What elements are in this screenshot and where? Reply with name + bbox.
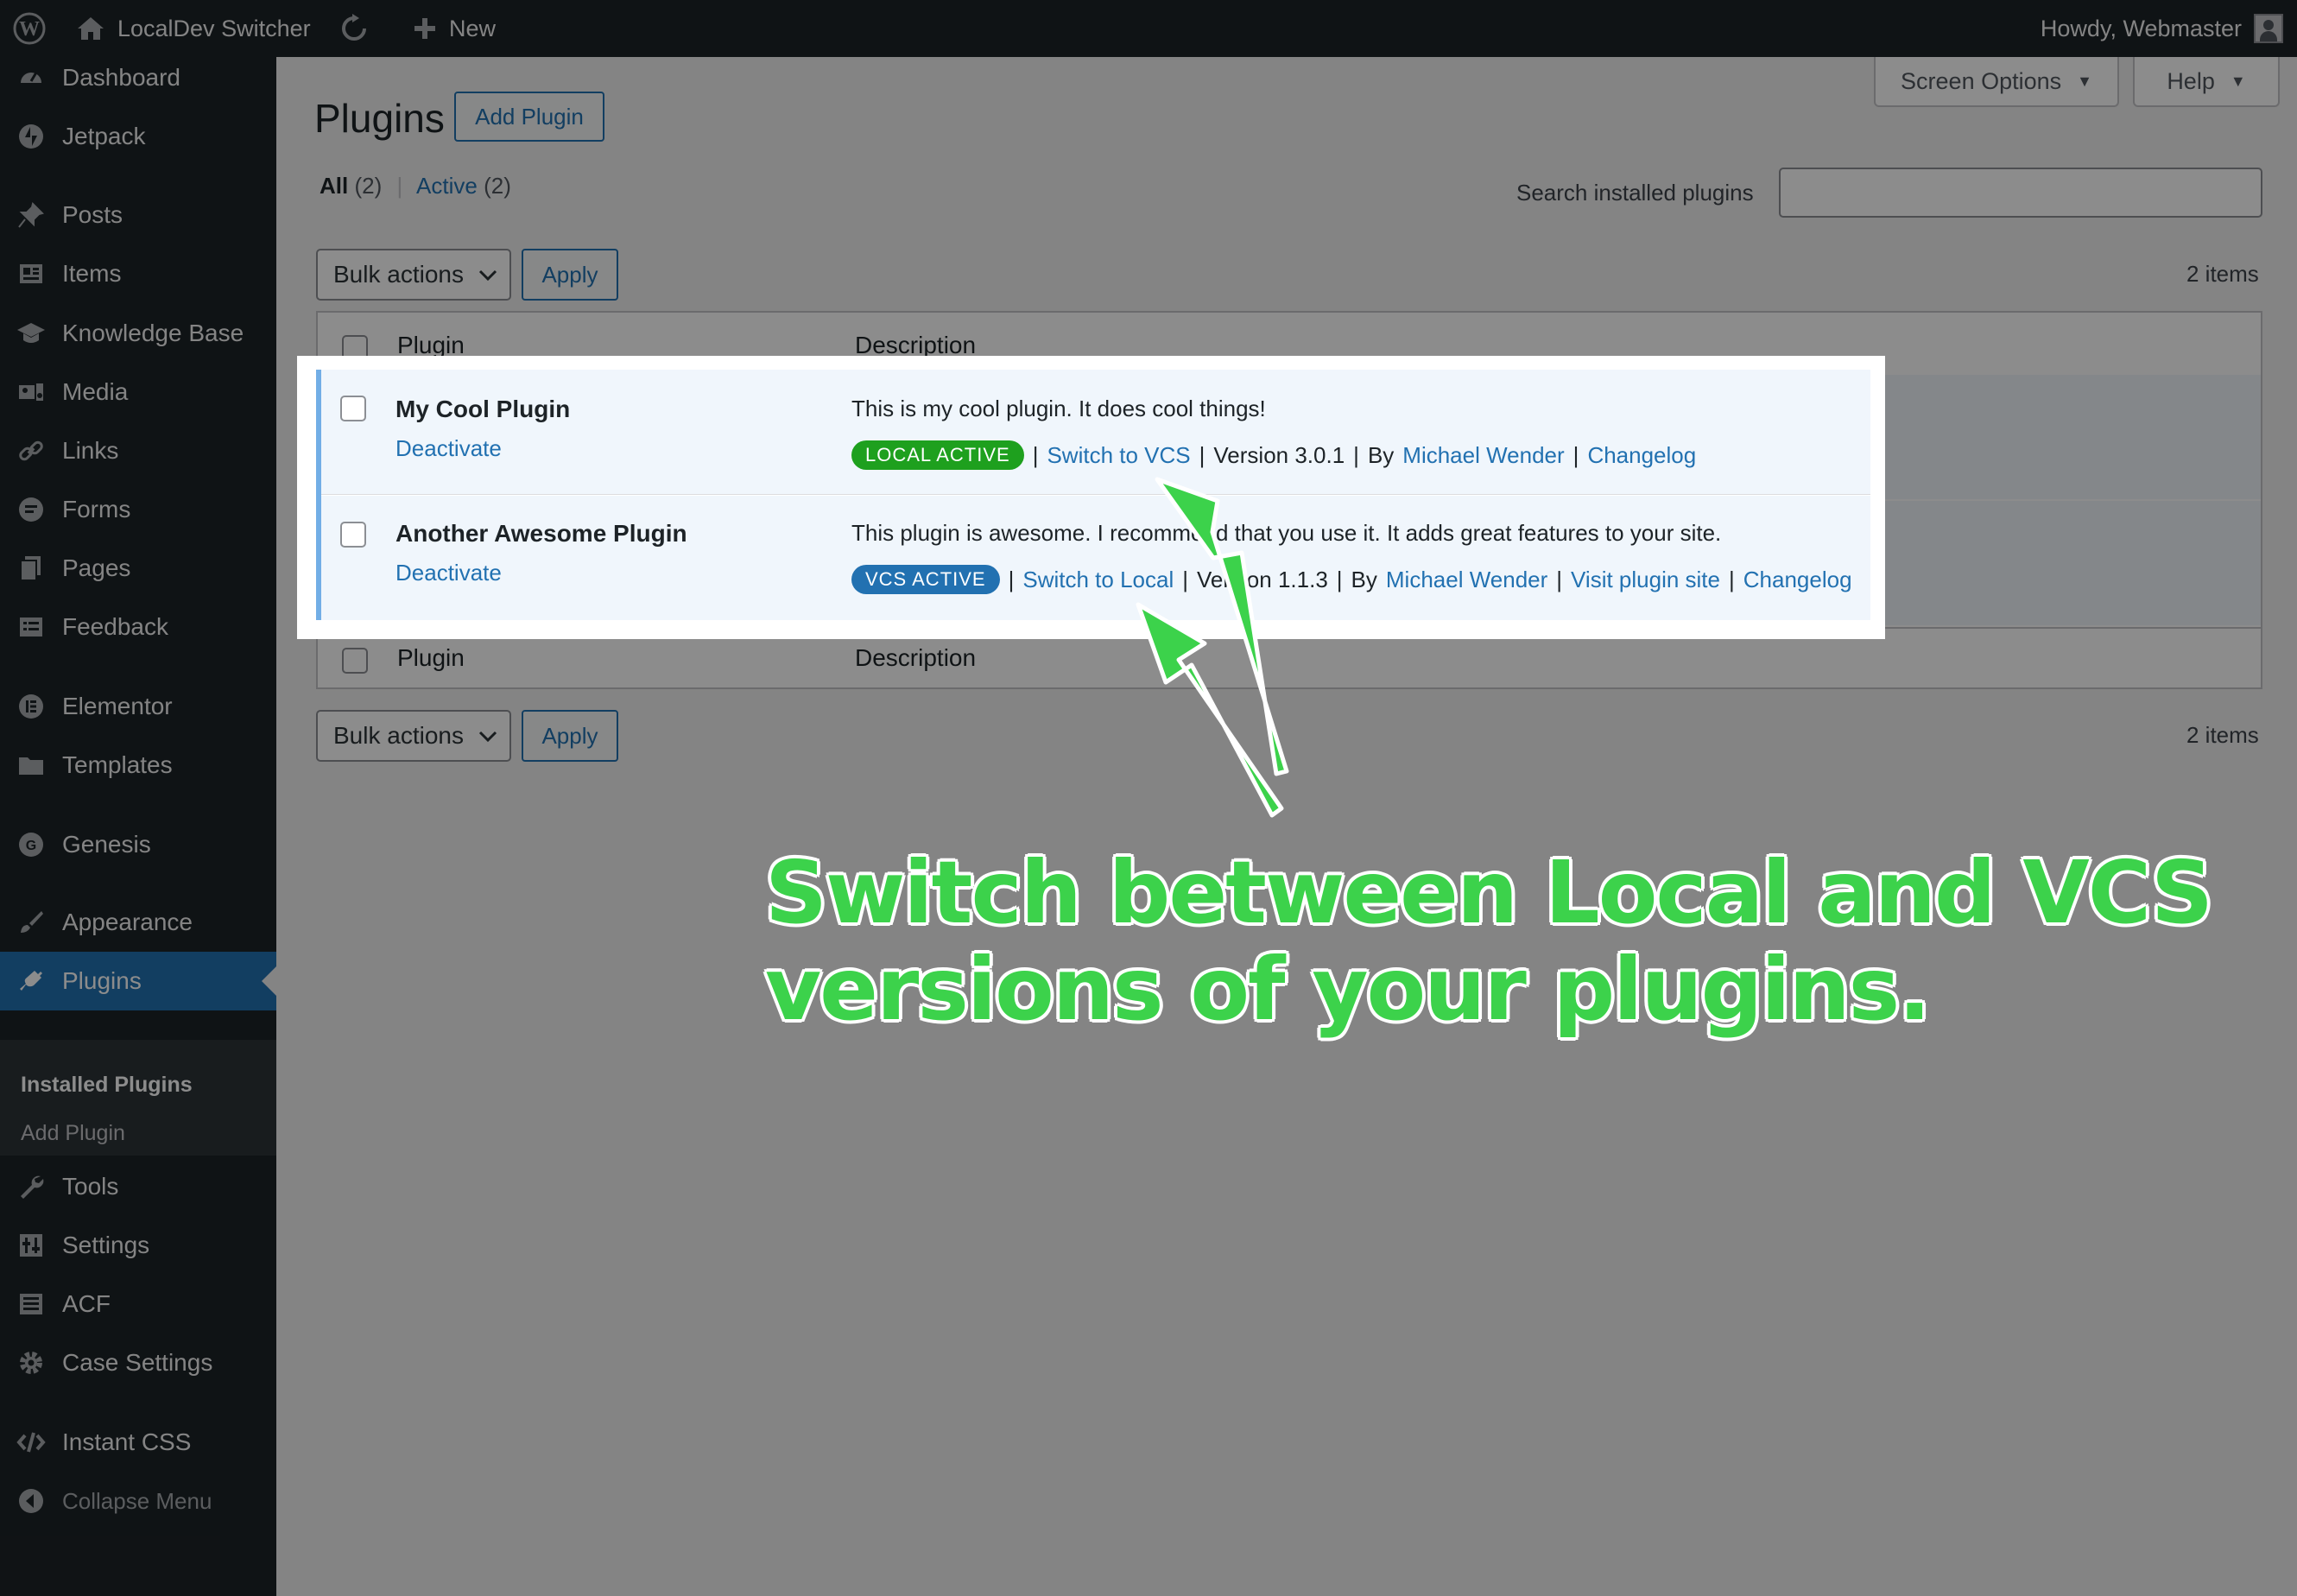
caption-line-2: versions of your plugins. [765, 939, 1931, 1040]
annotation-arrows [1136, 477, 1289, 818]
arrow-to-switch-to-local [1136, 602, 1284, 818]
annotation-caption: Switch between Local and VCS versions of… [765, 842, 2213, 1040]
caption-line-1: Switch between Local and VCS [765, 842, 2213, 943]
